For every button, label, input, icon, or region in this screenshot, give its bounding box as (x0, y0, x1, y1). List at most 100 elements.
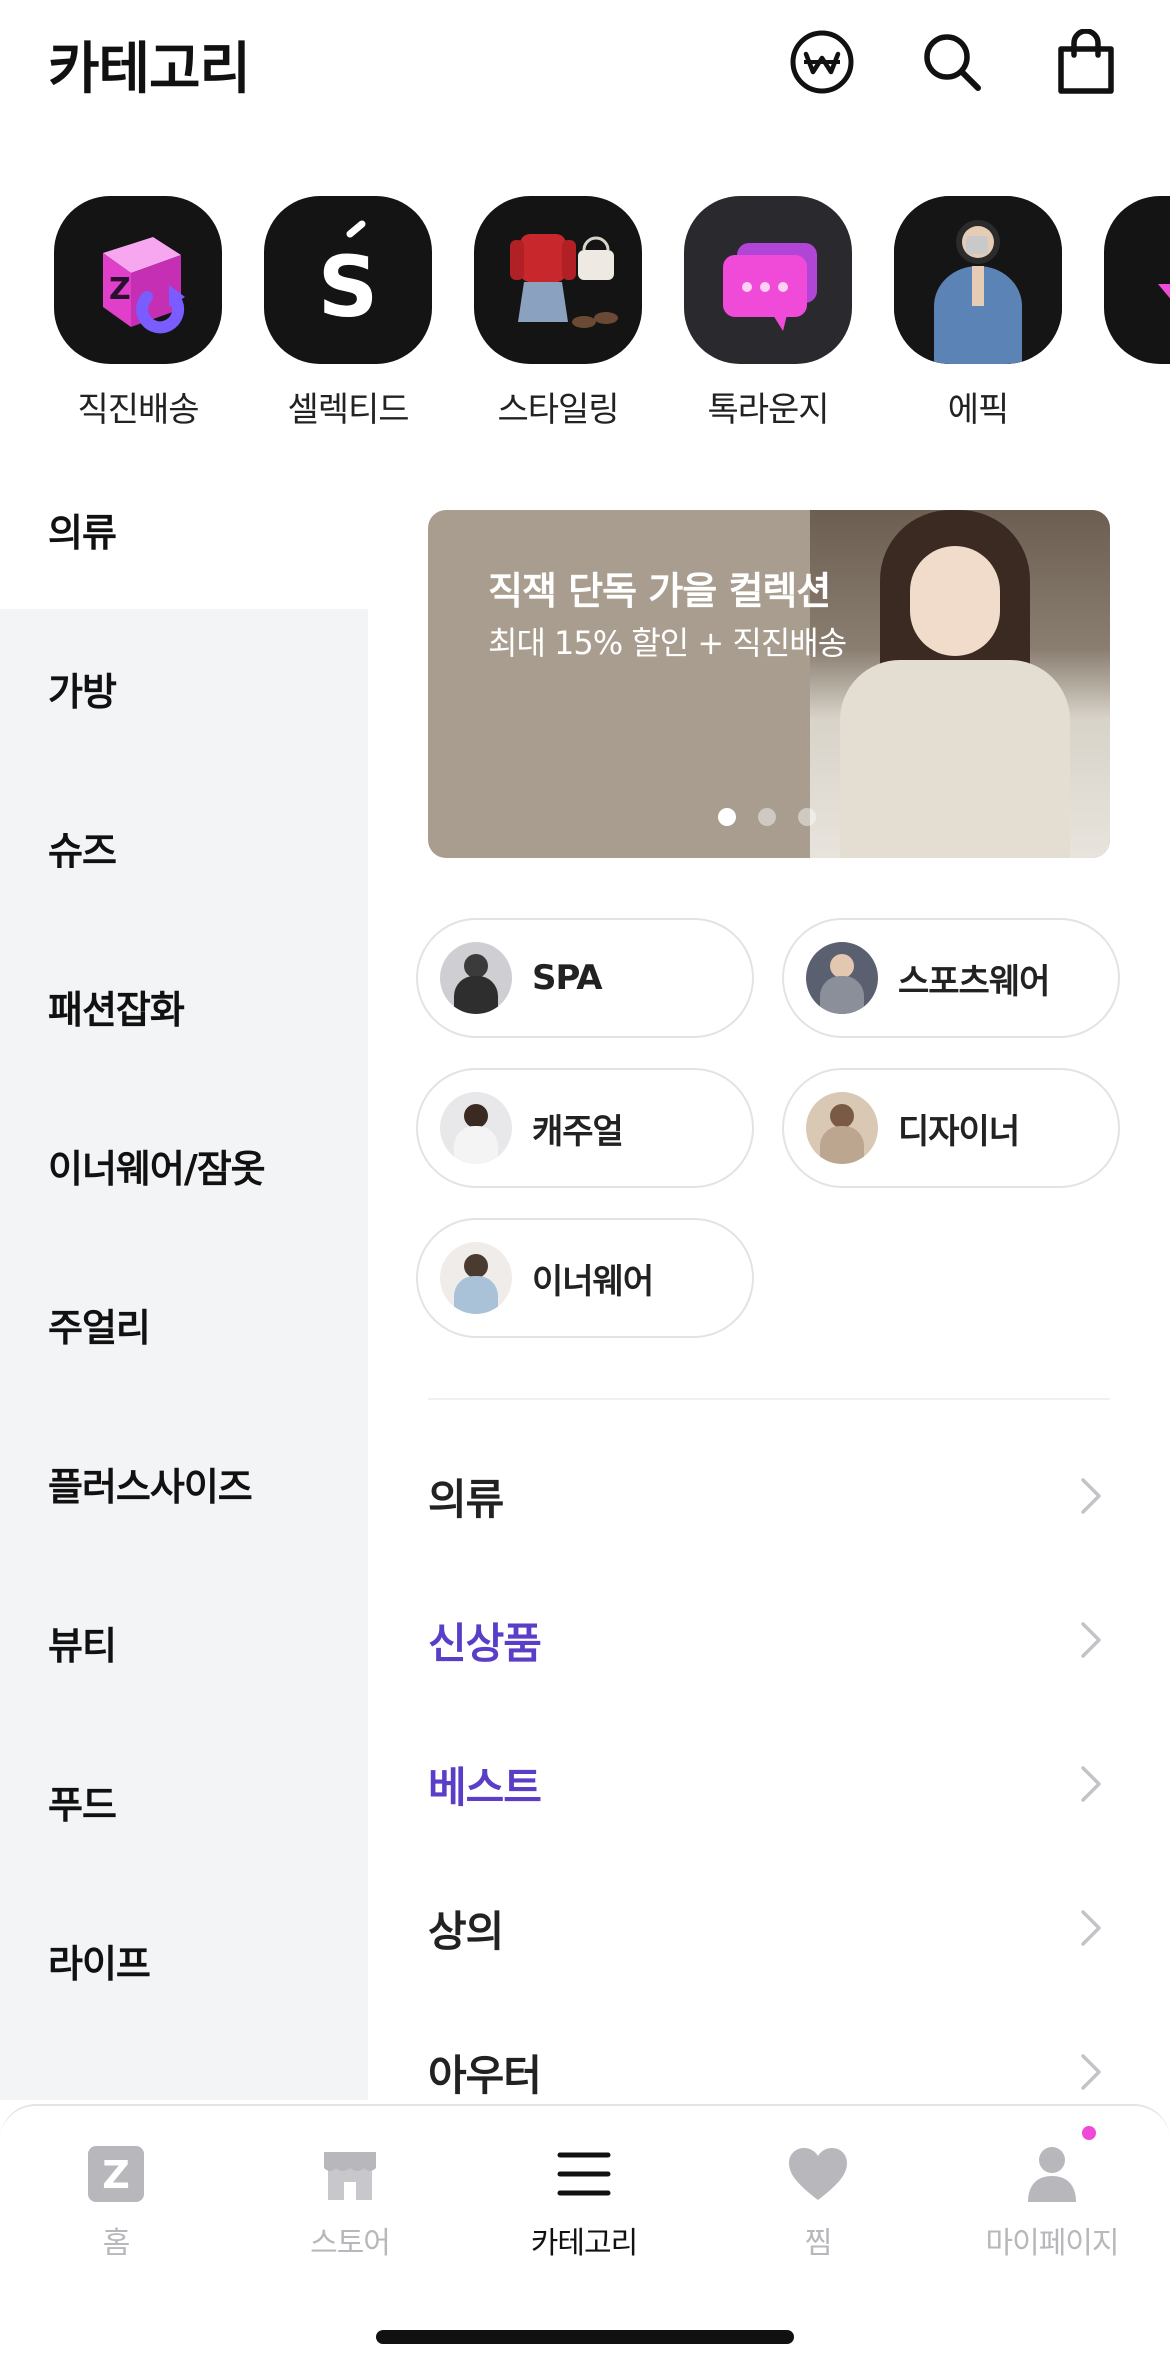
banner-title: 직잭 단독 가을 컬렉션 (488, 569, 831, 613)
nav-label: 카테고리 (530, 2226, 638, 2261)
shortcut-talk-lounge[interactable]: 톡라운지 (678, 196, 858, 431)
banner-model-photo (810, 510, 1110, 858)
banner-photo-face (910, 546, 1000, 656)
heart-icon (708, 2142, 928, 2206)
sidebar-item-clothing-active[interactable]: 의류 (0, 450, 368, 609)
shortcut-epic[interactable]: 에픽 (888, 196, 1068, 431)
nav-home[interactable]: Z 홈 (6, 2142, 226, 2262)
shortcut-tile (474, 196, 642, 364)
sidebar-item-label: 슈즈 (48, 829, 117, 873)
chip-designer[interactable]: 디자이너 (782, 1068, 1120, 1188)
user-icon (942, 2142, 1162, 2206)
shortcut-label: 톡라운지 (707, 390, 829, 430)
home-z-icon: Z (6, 2142, 226, 2206)
sidebar-item-life[interactable]: 라이프 (0, 1881, 368, 2040)
chip-label: 캐주얼 (532, 1111, 624, 1152)
shopping-bag-icon (1058, 29, 1114, 94)
nav-category[interactable]: 카테고리 (474, 2142, 694, 2262)
nav-mypage[interactable]: 마이페이지 (942, 2142, 1162, 2262)
chip-avatar (806, 1092, 878, 1164)
currency-won-button[interactable] (786, 26, 858, 98)
subcategory-new-arrivals[interactable]: 신상품 (428, 1590, 1110, 1690)
chip-avatar (440, 1092, 512, 1164)
nav-wishlist[interactable]: 찜 (708, 2142, 928, 2262)
shortcut-label: 에픽 (947, 390, 1010, 430)
svg-text:Z: Z (109, 272, 131, 307)
sidebar-item-label: 리빙 (48, 2092, 116, 2100)
chip-avatar (440, 942, 512, 1014)
search-button[interactable] (916, 26, 988, 98)
sidebar-item-plus-size[interactable]: 플러스사이즈 (0, 1404, 368, 1563)
subcategory-label: 의류 (428, 1474, 504, 1524)
chip-casual[interactable]: 캐주얼 (416, 1068, 754, 1188)
chip-sportswear[interactable]: 스포츠웨어 (782, 918, 1120, 1038)
shortcut-special[interactable]: 특 (1098, 196, 1170, 431)
sidebar-item-living[interactable]: 리빙 (0, 2040, 368, 2100)
search-icon (924, 34, 981, 91)
svg-text:Z: Z (102, 2153, 130, 2197)
pagination-dot[interactable] (758, 808, 776, 826)
shortcut-tile (684, 196, 852, 364)
subcategory-label: 신상품 (428, 1618, 542, 1668)
sidebar-item-label: 주얼리 (48, 1306, 151, 1350)
sidebar-item-accessories[interactable]: 패션잡화 (0, 927, 368, 1086)
sidebar-item-shoes[interactable]: 슈즈 (0, 768, 368, 927)
shortcut-direct-delivery[interactable]: Z 직진배송 (48, 196, 228, 431)
sidebar-item-innerwear[interactable]: 이너웨어/잠옷 (0, 1086, 368, 1245)
shortcut-tile: Z (54, 196, 222, 364)
subcategory-label: 아우터 (428, 2050, 542, 2100)
page-title: 카테고리 (48, 37, 251, 102)
category-sidebar: 의류 가방 슈즈 패션잡화 이너웨어/잠옷 주얼리 플러스사이즈 뷰티 푸드 라… (0, 450, 368, 2100)
shortcut-tile (1104, 196, 1170, 364)
header: 카테고리 (0, 0, 1170, 130)
promo-banner[interactable]: 직잭 단독 가을 컬렉션 최대 15% 할인 + 직진배송 (428, 510, 1110, 858)
chevron-right-icon (1070, 1620, 1110, 1660)
chevron-right-icon (1070, 1764, 1110, 1804)
pagination-dot-active[interactable] (718, 808, 736, 826)
store-icon (240, 2142, 460, 2206)
shortcut-row: Z 직진배송 S 셀렉티드 스타일링 톡라운지 에픽 (0, 196, 1170, 436)
nav-label: 홈 (102, 2226, 131, 2261)
sidebar-item-food[interactable]: 푸드 (0, 1722, 368, 1881)
zigzag-delivery-box-icon: Z (103, 237, 185, 334)
nav-store[interactable]: 스토어 (240, 2142, 460, 2262)
won-icon (790, 30, 854, 94)
shortcut-label: 셀렉티드 (287, 390, 409, 430)
sidebar-item-bags[interactable]: 가방 (0, 609, 368, 768)
nav-label: 스토어 (310, 2226, 391, 2261)
sidebar-item-jewelry[interactable]: 주얼리 (0, 1245, 368, 1404)
cart-button[interactable] (1050, 26, 1122, 98)
banner-subtitle: 최대 15% 할인 + 직진배송 (488, 624, 847, 662)
subcategory-tops[interactable]: 상의 (428, 1878, 1110, 1978)
chevron-right-icon (1070, 1476, 1110, 1516)
styling-outfit-icon (510, 234, 618, 328)
epic-photo-icon (894, 196, 1062, 364)
arrow-down-icon (1158, 284, 1170, 299)
selected-s-logo-icon: S (318, 220, 378, 336)
chip-innerwear[interactable]: 이너웨어 (416, 1218, 754, 1338)
chip-label: 디자이너 (898, 1111, 1020, 1152)
shortcut-selected[interactable]: S 셀렉티드 (258, 196, 438, 431)
sidebar-item-label: 뷰티 (48, 1624, 117, 1668)
subcategory-label: 상의 (428, 1906, 504, 1956)
sidebar-item-label: 이너웨어/잠옷 (48, 1147, 266, 1191)
shortcut-tile (894, 196, 1062, 364)
chip-label: SPA (532, 958, 603, 998)
sidebar-item-label: 플러스사이즈 (48, 1465, 253, 1509)
sidebar-item-beauty[interactable]: 뷰티 (0, 1563, 368, 1722)
shortcut-label: 직진배송 (77, 390, 199, 430)
banner-photo-coat (840, 660, 1070, 858)
subcategory-clothing[interactable]: 의류 (428, 1446, 1110, 1546)
nav-label: 마이페이지 (985, 2226, 1120, 2261)
chip-avatar (806, 942, 878, 1014)
subcategory-best[interactable]: 베스트 (428, 1734, 1110, 1834)
section-divider (428, 1398, 1110, 1400)
banner-pagination (718, 808, 816, 826)
chevron-right-icon (1070, 1908, 1110, 1948)
shortcut-styling[interactable]: 스타일링 (468, 196, 648, 431)
sidebar-item-label: 가방 (48, 670, 117, 714)
chevron-right-icon (1070, 2052, 1110, 2092)
chip-avatar (440, 1242, 512, 1314)
chip-spa[interactable]: SPA (416, 918, 754, 1038)
pagination-dot[interactable] (798, 808, 816, 826)
